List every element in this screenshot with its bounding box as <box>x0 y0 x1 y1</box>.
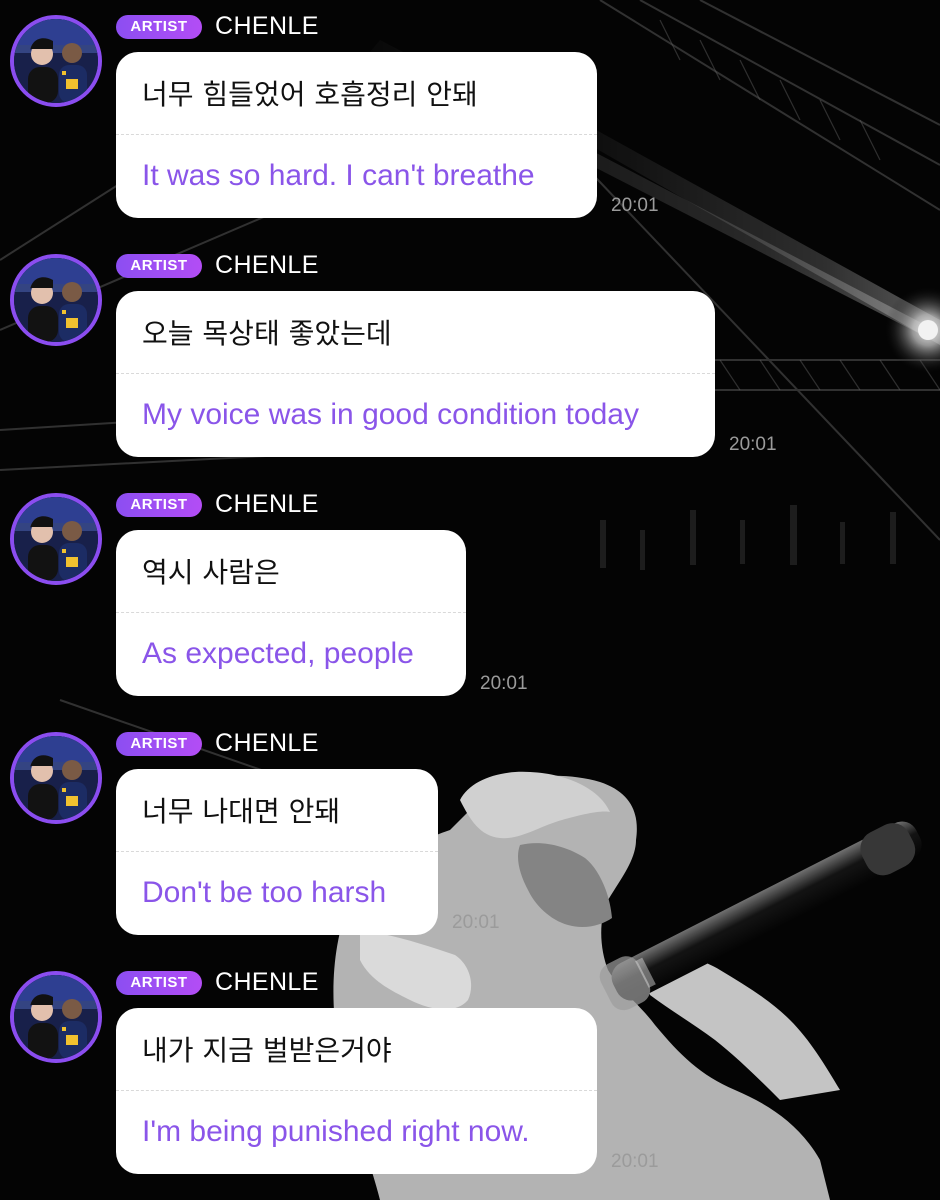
message-timestamp: 20:01 <box>611 195 659 216</box>
sender-name: CHENLE <box>215 729 319 757</box>
artist-avatar[interactable] <box>10 493 102 585</box>
sender-name: CHENLE <box>215 490 319 518</box>
message-bubble: 너무 나대면 안돼 Don't be too harsh <box>116 769 438 935</box>
sender-name: CHENLE <box>215 251 319 279</box>
artist-badge: ARTIST <box>116 732 202 756</box>
translated-message-text: My voice was in good condition today <box>142 398 639 431</box>
sender-name: CHENLE <box>215 968 319 996</box>
chat-message: ARTIST CHENLE 역시 사람은 As expected, people… <box>0 478 940 717</box>
translated-message-text: It was so hard. I can't breathe <box>142 159 535 192</box>
translated-message-text: Don't be too harsh <box>142 876 387 909</box>
avatar-photo-icon <box>14 736 98 820</box>
translation-divider <box>116 134 597 135</box>
artist-badge: ARTIST <box>116 971 202 995</box>
artist-badge: ARTIST <box>116 493 202 517</box>
original-message-text: 너무 힘들었어 호흡정리 안돼 <box>142 78 478 111</box>
translated-message-text: I'm being punished right now. <box>142 1115 530 1148</box>
translation-divider <box>116 1090 597 1091</box>
avatar-photo-icon <box>14 975 98 1059</box>
artist-avatar[interactable] <box>10 15 102 107</box>
translation-divider <box>116 851 438 852</box>
message-timestamp: 20:01 <box>480 673 528 694</box>
artist-avatar[interactable] <box>10 254 102 346</box>
artist-badge: ARTIST <box>116 254 202 278</box>
message-timestamp: 20:01 <box>452 912 500 933</box>
sender-name: CHENLE <box>215 12 319 40</box>
chat-message: ARTIST CHENLE 오늘 목상태 좋았는데 My voice was i… <box>0 239 940 478</box>
artist-avatar[interactable] <box>10 971 102 1063</box>
artist-avatar[interactable] <box>10 732 102 824</box>
message-bubble: 역시 사람은 As expected, people <box>116 530 466 696</box>
original-message-text: 오늘 목상태 좋았는데 <box>142 317 392 350</box>
message-bubble: 너무 힘들었어 호흡정리 안돼 It was so hard. I can't … <box>116 52 597 218</box>
message-timestamp: 20:01 <box>729 434 777 455</box>
translated-message-text: As expected, people <box>142 637 414 670</box>
message-bubble: 내가 지금 벌받은거야 I'm being punished right now… <box>116 1008 597 1174</box>
avatar-photo-icon <box>14 19 98 103</box>
translation-divider <box>116 612 466 613</box>
original-message-text: 너무 나대면 안돼 <box>142 795 341 828</box>
avatar-photo-icon <box>14 258 98 342</box>
chat-message: ARTIST CHENLE 너무 힘들었어 호흡정리 안돼 It was so … <box>0 0 940 239</box>
avatar-photo-icon <box>14 497 98 581</box>
chat-message: ARTIST CHENLE 내가 지금 벌받은거야 I'm being puni… <box>0 956 940 1195</box>
chat-message: ARTIST CHENLE 너무 나대면 안돼 Don't be too har… <box>0 717 940 956</box>
artist-badge: ARTIST <box>116 15 202 39</box>
original-message-text: 역시 사람은 <box>142 556 280 589</box>
original-message-text: 내가 지금 벌받은거야 <box>142 1034 392 1067</box>
translation-divider <box>116 373 715 374</box>
message-bubble: 오늘 목상태 좋았는데 My voice was in good conditi… <box>116 291 715 457</box>
message-timestamp: 20:01 <box>611 1151 659 1172</box>
